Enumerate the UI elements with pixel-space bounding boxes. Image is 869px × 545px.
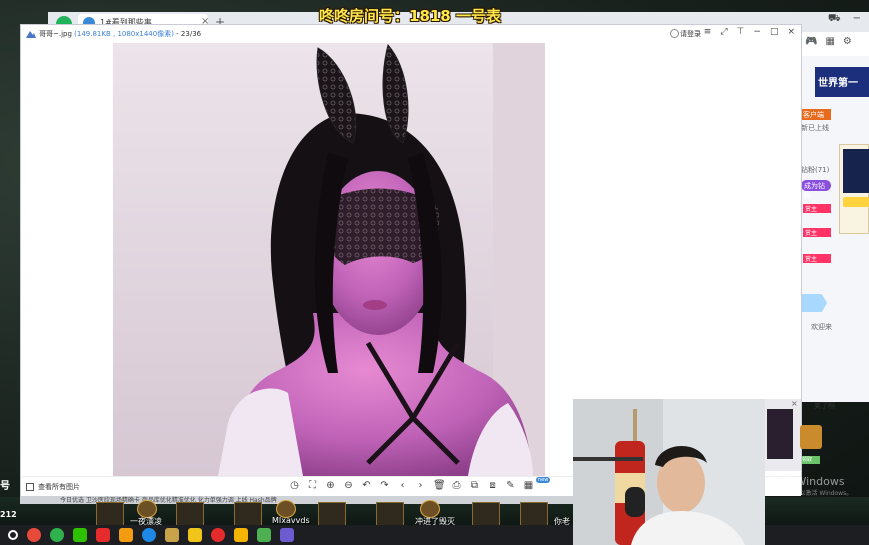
left-hud: 号 212 xyxy=(0,477,22,525)
client-button[interactable]: 客户端 xyxy=(801,109,831,120)
background-webpage: 🎮 ▦ ⚙ 世界第一 客户端 新已上线 钻粉(71) 成为钻粉 赏主 赏主 赏主… xyxy=(801,32,869,402)
kugou-icon[interactable] xyxy=(142,528,156,542)
next-icon[interactable]: › xyxy=(415,480,426,491)
treasure-chest-icon[interactable] xyxy=(800,425,822,449)
ad-claim-button[interactable] xyxy=(843,197,869,207)
close-button[interactable]: × xyxy=(787,27,795,37)
side-chat-text: 笑了啊 xyxy=(814,402,835,410)
app-6-icon[interactable] xyxy=(96,528,110,542)
image-viewer-taskbar-icon[interactable] xyxy=(280,528,294,542)
crop-icon[interactable]: ⧈ xyxy=(487,480,498,491)
netease-icon[interactable] xyxy=(211,528,225,542)
viewer-app-icon xyxy=(26,31,36,38)
view-all-label: 查看所有图片 xyxy=(38,483,80,491)
window-controls: ≡ ⤢ ⊤ − □ × xyxy=(704,27,795,37)
mini-thumbnail xyxy=(767,409,793,459)
edit-icon[interactable]: ✎ xyxy=(505,480,516,491)
minimize-button[interactable]: − xyxy=(753,27,761,37)
wechat-icon[interactable] xyxy=(73,528,87,542)
player-name: MIxavvds xyxy=(272,516,310,525)
badge-tag: 赏主 xyxy=(803,254,831,263)
game-client-icon[interactable] xyxy=(165,528,179,542)
previous-icon[interactable]: ‹ xyxy=(397,480,408,491)
settings-icon[interactable]: ⚙ xyxy=(843,36,852,52)
champion-badge xyxy=(472,502,500,526)
yy-icon[interactable] xyxy=(188,528,202,542)
webcam-illustration xyxy=(573,399,765,545)
zoom-out-icon[interactable]: ⊖ xyxy=(343,480,354,491)
champion-badge xyxy=(96,502,124,526)
mini-preview-panel[interactable]: × xyxy=(765,399,801,471)
notes-icon[interactable] xyxy=(119,528,133,542)
become-fan-button[interactable]: 成为钻粉 xyxy=(801,180,831,200)
menu-icon[interactable]: ≡ xyxy=(704,27,712,37)
tool-icon[interactable] xyxy=(257,528,271,542)
badge-tag: 赏主 xyxy=(803,228,831,237)
webcam-feed xyxy=(573,399,765,545)
shop-icon[interactable]: ⛟ xyxy=(828,13,841,26)
side-ad-card[interactable] xyxy=(839,144,869,234)
file-meta: (149.81KB , 1080x1440像素) xyxy=(71,30,177,38)
champion-badge xyxy=(176,502,204,526)
rotate-left-icon[interactable]: ↶ xyxy=(361,480,372,491)
left-hud-number: 212 xyxy=(0,510,17,519)
apps-icon[interactable]: ▦ xyxy=(523,480,534,491)
windows-activation-hint: 转到"设置"以激活 Windows。 xyxy=(770,490,853,497)
fans-count: 钻粉(71) xyxy=(801,166,830,174)
browser-window-controls: ⛟ − xyxy=(828,13,861,26)
grid-icon[interactable]: ▦ xyxy=(825,36,834,52)
left-hud-label: 号 xyxy=(0,481,10,492)
badge-tag: 赏主 xyxy=(803,204,831,213)
gamepad-icon[interactable]: 🎮 xyxy=(805,36,817,52)
champion-badge xyxy=(234,502,262,526)
print-icon[interactable]: ⎙ xyxy=(451,480,462,491)
champion-badge xyxy=(520,502,548,526)
fit-icon[interactable]: ⛶ xyxy=(307,480,318,491)
close-icon[interactable]: × xyxy=(791,399,798,408)
image-counter: - 23/36 xyxy=(176,30,202,38)
claim-button[interactable]: 领取 xyxy=(802,456,820,464)
rotate-right-icon[interactable]: ↷ xyxy=(379,480,390,491)
delete-icon[interactable]: 🗑 xyxy=(433,480,446,491)
image-tools: ◷ ⛶ ⊕ ⊖ ↶ ↷ ‹ › 🗑 ⎙ ⧉ ⧈ ✎ ▦ xyxy=(289,480,534,491)
hex-banner xyxy=(801,294,827,312)
view-all-images-button[interactable]: 查看所有图片 xyxy=(26,482,80,492)
copy-icon[interactable]: ⧉ xyxy=(469,480,480,491)
windows-activation-title: 激活 Windows xyxy=(770,475,845,488)
monkey-icon[interactable] xyxy=(234,528,248,542)
photo-illustration xyxy=(113,43,545,476)
login-link[interactable]: 请登录 xyxy=(680,29,701,39)
chrome-icon[interactable] xyxy=(27,528,41,542)
fullscreen-icon[interactable]: ⤢ xyxy=(720,27,727,37)
champion-badge xyxy=(376,502,404,526)
ad-image xyxy=(843,149,869,193)
displayed-photo[interactable] xyxy=(113,43,545,476)
user-avatar-icon[interactable] xyxy=(670,29,679,38)
grid-icon xyxy=(26,483,34,491)
new-badge: new xyxy=(536,477,551,483)
rotate-icon[interactable]: ◷ xyxy=(289,480,300,491)
promo-banner[interactable]: 世界第一 xyxy=(815,67,869,97)
file-name: 哥哥~.jpg xyxy=(39,30,72,38)
start-icon[interactable] xyxy=(8,530,18,540)
zoom-in-icon[interactable]: ⊕ xyxy=(325,480,336,491)
minimize-icon[interactable]: − xyxy=(853,13,861,26)
update-text: 新已上线 xyxy=(801,124,829,132)
champion-badge xyxy=(318,502,346,526)
pin-icon[interactable]: ⊤ xyxy=(737,27,745,37)
room-number-overlay: 咚咚房间号：1818 一号表 xyxy=(319,7,501,25)
welcome-text: 欢迎来 xyxy=(811,323,832,331)
webpage-toolbar: 🎮 ▦ ⚙ xyxy=(801,32,869,56)
maximize-button[interactable]: □ xyxy=(770,27,779,37)
360-browser-icon[interactable] xyxy=(50,528,64,542)
